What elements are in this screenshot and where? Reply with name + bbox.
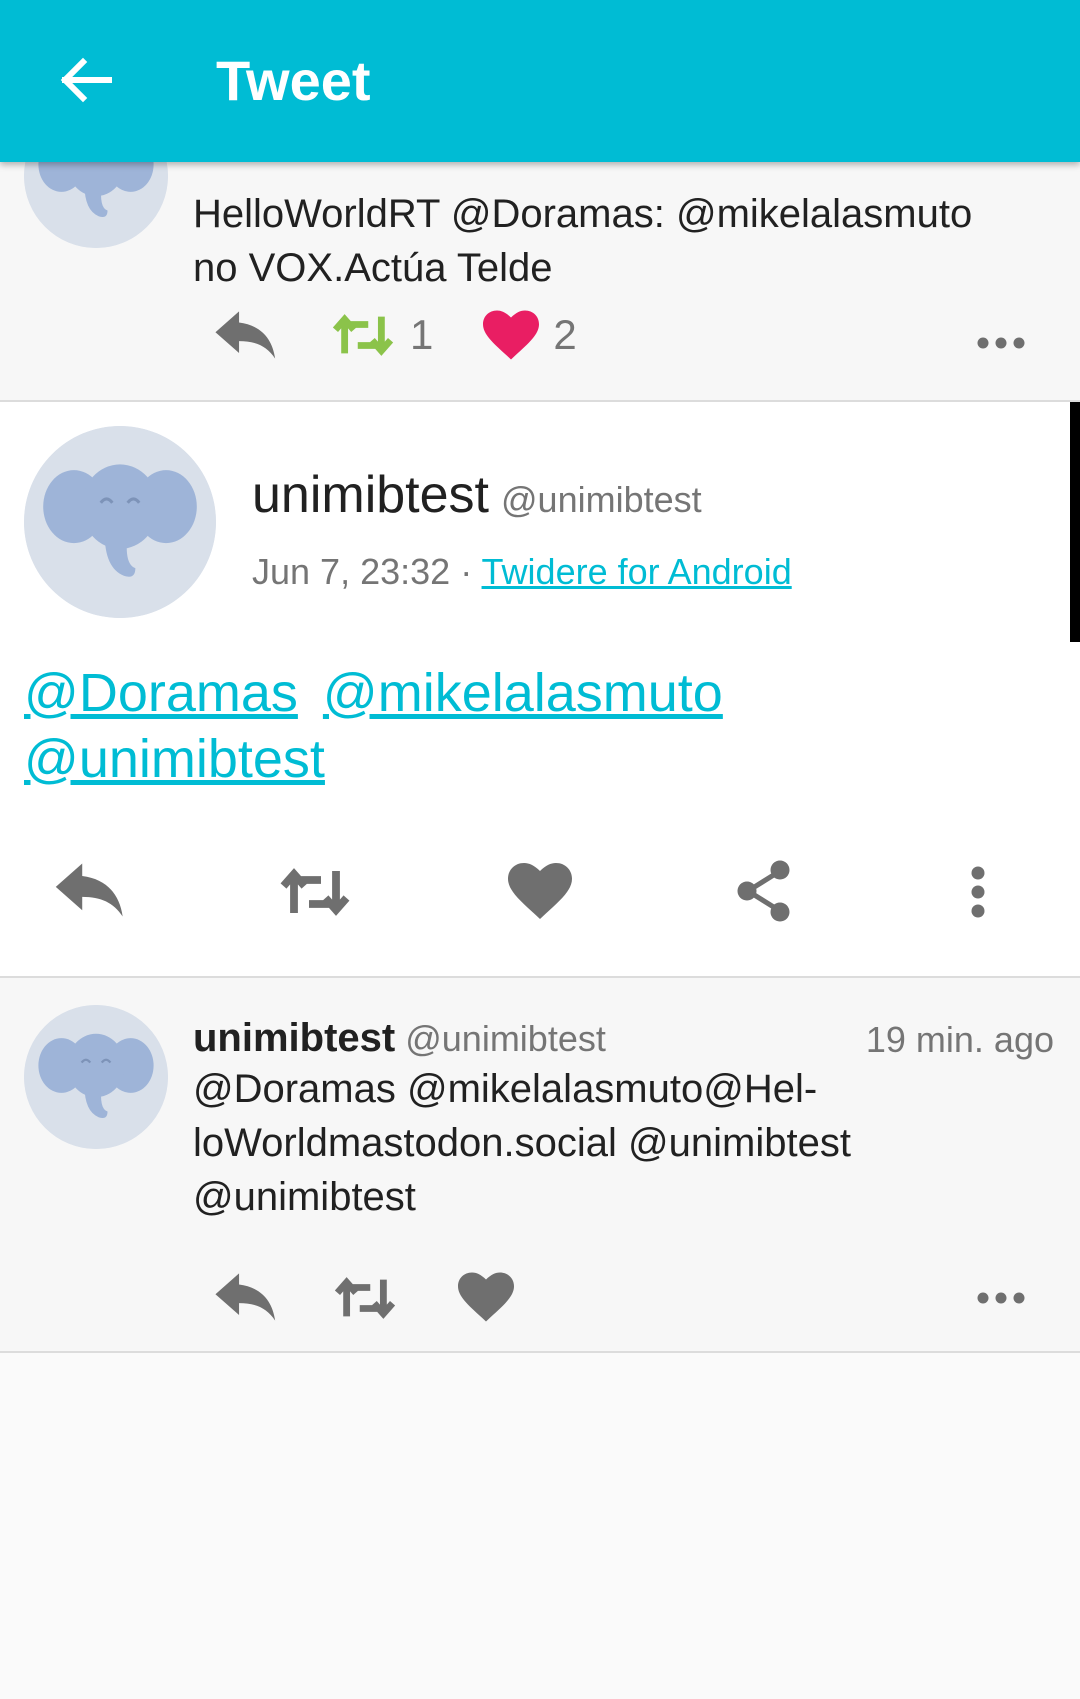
tweet-meta: Jun 7, 23:32 · Twidere for Android [252, 548, 792, 596]
user-name[interactable]: unimibtest @unimibtest [193, 1012, 606, 1065]
elephant-avatar-icon [24, 1005, 168, 1149]
avatar[interactable] [24, 426, 216, 618]
more-horiz-icon[interactable] [976, 336, 1026, 350]
heart-icon[interactable] [508, 862, 572, 920]
mention-link[interactable]: @unimibtest [24, 729, 325, 789]
retweet-icon[interactable] [276, 868, 354, 916]
tweet-text: HelloWorldRT @Doramas: @mikelalasmuto no… [193, 192, 973, 290]
app-bar: Tweet [0, 0, 1080, 162]
main-tweet-card: unimibtest @unimibtest Jun 7, 23:32 · Twi… [0, 402, 1080, 978]
retweet-icon[interactable] [332, 1277, 398, 1319]
scrollbar-thumb[interactable] [1070, 402, 1080, 642]
elephant-avatar-icon [24, 426, 216, 618]
mention-link[interactable]: @Doramas [24, 663, 298, 723]
tweet-body: @Doramas @mikelalasmuto @unimibtest [24, 660, 1044, 792]
user-handle: @unimibtest [405, 1018, 606, 1059]
reply-icon[interactable] [212, 310, 280, 360]
retweet-count: 1 [410, 311, 434, 358]
retweet-icon[interactable] [330, 314, 396, 356]
parent-tweet-card[interactable]: HelloWorldRT @Doramas: @mikelalasmuto no… [0, 162, 1080, 402]
mention-link[interactable]: @mikelalasmuto [323, 663, 723, 723]
heart-icon[interactable] [458, 1272, 514, 1322]
relative-time: 19 min. ago [865, 1019, 1054, 1060]
meta-separator: · [460, 551, 473, 592]
more-horiz-icon[interactable] [976, 1291, 1026, 1305]
more-vert-icon[interactable] [970, 866, 986, 918]
avatar[interactable] [24, 1005, 168, 1149]
source-link[interactable]: Twidere for Android [482, 551, 792, 592]
back-button[interactable] [50, 50, 120, 110]
elephant-avatar-icon [24, 162, 168, 248]
reply-icon[interactable] [52, 862, 128, 918]
user-name[interactable]: unimibtest @unimibtest [252, 462, 702, 533]
reply-tweet-card[interactable]: unimibtest @unimibtest 19 min. ago @Doram… [0, 978, 1080, 1353]
arrow-left-icon [57, 56, 113, 104]
avatar[interactable] [24, 162, 168, 248]
reply-icon[interactable] [212, 1272, 280, 1322]
page-title: Tweet [216, 49, 371, 112]
tweet-actions: 1 2 [212, 310, 577, 360]
share-icon[interactable] [736, 860, 792, 922]
timestamp: Jun 7, 23:32 [252, 551, 451, 592]
heart-icon[interactable] [483, 310, 540, 360]
tweet-text: @Doramas @mikelalasmuto@Hel- loWorldmast… [193, 1067, 851, 1219]
like-count: 2 [553, 311, 577, 358]
user-handle: @unimibtest [501, 479, 702, 520]
